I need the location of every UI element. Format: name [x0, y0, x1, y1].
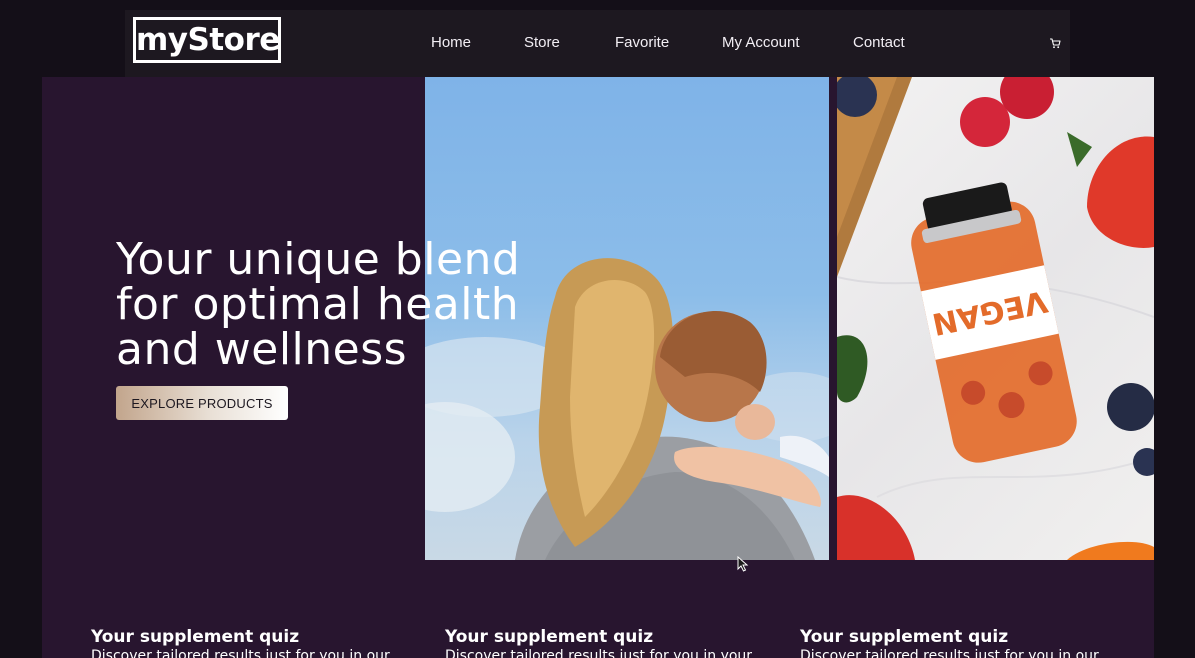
hero-section: VEGAN Your unique blend for optimal heal… — [42, 77, 1154, 658]
photo-vegan-bottle: VEGAN — [837, 77, 1154, 560]
quiz-card-3-desc: Discover tailored results just for you i… — [800, 648, 1099, 658]
quiz-card-1-desc: Discover tailored results just for you i… — [91, 648, 390, 658]
nav-favorite[interactable]: Favorite — [615, 33, 669, 53]
site-header: myStore Home Store Favorite My Account C… — [125, 10, 1070, 77]
page: myStore Home Store Favorite My Account C… — [0, 0, 1195, 658]
mouse-cursor-icon — [737, 556, 749, 572]
vegan-bottle-illustration: VEGAN — [837, 77, 1154, 560]
nav-contact[interactable]: Contact — [853, 33, 905, 53]
quiz-card-2-title[interactable]: Your supplement quiz — [445, 627, 653, 647]
hero-title: Your unique blend for optimal health and… — [116, 234, 521, 375]
nav-home[interactable]: Home — [431, 33, 471, 53]
quiz-card-3-title[interactable]: Your supplement quiz — [800, 627, 1008, 647]
quiz-card-2-desc: Discover tailored results just for you i… — [445, 648, 753, 658]
nav-my-account[interactable]: My Account — [722, 33, 800, 53]
cart-icon[interactable] — [1049, 37, 1061, 49]
nav-store[interactable]: Store — [524, 33, 560, 53]
quiz-card-1-title[interactable]: Your supplement quiz — [91, 627, 299, 647]
logo[interactable]: myStore — [133, 17, 281, 63]
explore-products-button[interactable]: EXPLORE PRODUCTS — [116, 386, 288, 420]
